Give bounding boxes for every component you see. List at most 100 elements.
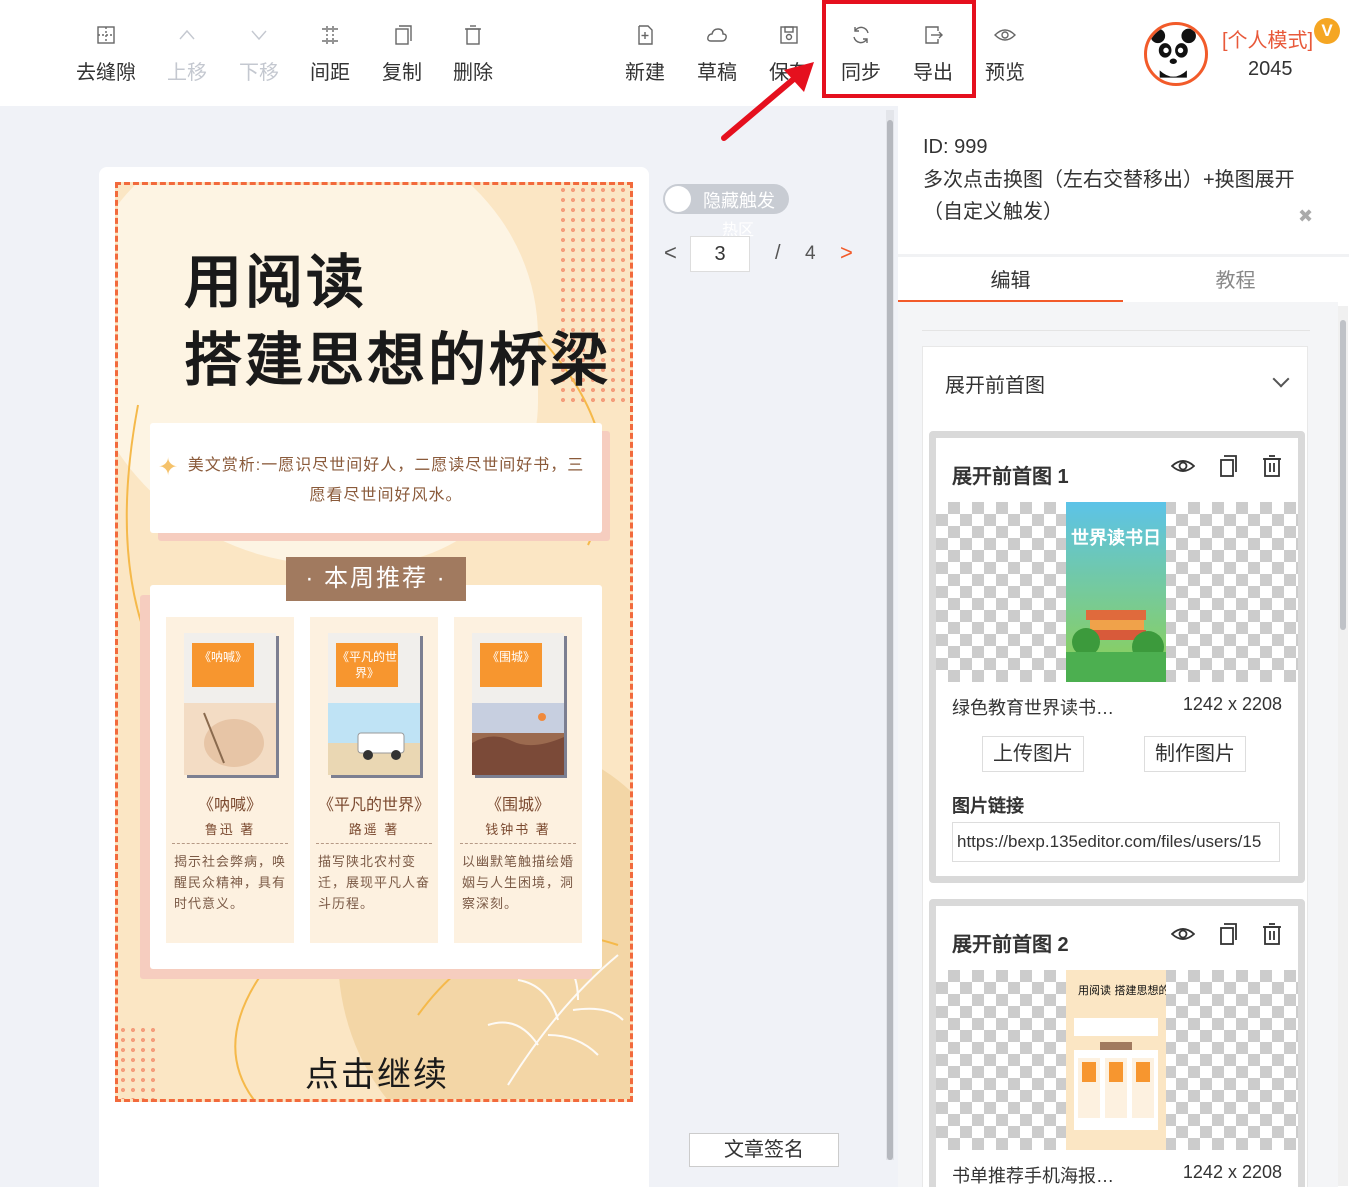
eye-icon[interactable] [1170, 922, 1196, 951]
book-cover: 《呐喊》 [184, 633, 276, 775]
trash-icon[interactable] [1260, 922, 1284, 951]
tab-edit[interactable]: 编辑 [898, 264, 1123, 302]
image-card-title: 展开前首图 1 [952, 466, 1069, 488]
mode-label[interactable]: [个人模式] [1222, 24, 1313, 53]
book-cover-image [472, 703, 564, 775]
make-image-button[interactable]: 制作图片 [1144, 736, 1246, 772]
page-number-input[interactable]: 3 [690, 236, 750, 272]
continue-cta[interactable]: 点击继续 [118, 1047, 630, 1096]
book-cover: 《平凡的世界》 [328, 633, 420, 775]
avatar[interactable] [1144, 22, 1208, 86]
book-name: 《呐喊》 [197, 797, 262, 814]
section-first-image: 展开前首图 展开前首图 1 世界读书日 绿色教育世界读书… 1242 x 220… [922, 346, 1308, 1187]
article-signature-button[interactable]: 文章签名 [689, 1133, 839, 1167]
page-total: 4 [805, 243, 816, 264]
remove-gap-icon [70, 24, 142, 50]
remove-gap-button[interactable]: 去缝隙 [70, 24, 142, 85]
image-size: 1242 x 2208 [1182, 694, 1282, 714]
image-size: 1242 x 2208 [1182, 1162, 1282, 1182]
image-preview[interactable]: 世界读书日 [936, 502, 1298, 682]
image-filename: 绿色教育世界读书… [952, 698, 1114, 718]
book-description: 描写陕北农村变迁，展现平凡人奋斗历程。 [318, 854, 431, 911]
new-file-icon [609, 24, 681, 50]
toggle-knob [665, 186, 691, 212]
spacing-icon [294, 24, 366, 50]
upload-image-button[interactable]: 上传图片 [982, 736, 1084, 772]
image-card-title: 展开前首图 2 [952, 934, 1069, 956]
move-down-button[interactable]: 下移 [223, 24, 295, 85]
chevron-down-icon[interactable] [1272, 370, 1290, 388]
annotation-arrow [721, 62, 814, 141]
image-preview[interactable]: 用阅读 搭建思想的桥梁 [936, 970, 1298, 1150]
eye-icon [969, 24, 1041, 50]
copy-icon [366, 24, 438, 50]
spacing-button[interactable]: 间距 [294, 24, 366, 85]
quote-text: 美文赏析:一愿识尽世间好人，二愿读尽世间好书，三愿看尽世间好风水。 [187, 457, 585, 504]
panel-scrollbar[interactable] [1338, 306, 1348, 1186]
book-card: 《围城》 《围城》 钱钟书 著 以幽默笔触描绘婚姻与人生困境，洞察深刻。 [454, 617, 582, 943]
image-link-input[interactable]: https://bexp.135editor.com/files/users/1… [952, 822, 1280, 862]
eye-icon[interactable] [1170, 454, 1196, 483]
book-divider [460, 843, 576, 844]
preview-button[interactable]: 预览 [969, 24, 1041, 85]
sparkle-icon: ✦ [158, 454, 179, 481]
book-tag: 《呐喊》 [192, 643, 254, 687]
book-cover-image [328, 703, 420, 775]
book-cover: 《围城》 [472, 633, 564, 775]
trash-icon[interactable] [1260, 454, 1284, 483]
scrollbar-thumb[interactable] [887, 120, 893, 1160]
image-card-actions [1155, 922, 1284, 951]
poster-canvas[interactable]: 用阅读 搭建思想的桥梁 ✦ 美文赏析:一愿识尽世间好人，二愿读尽世间好书，三愿看… [115, 182, 633, 1102]
cloud-icon [681, 24, 753, 50]
new-button[interactable]: 新建 [609, 24, 681, 85]
book-cover-image [184, 703, 276, 775]
book-tag: 《围城》 [480, 643, 542, 687]
image-card-actions [1155, 454, 1284, 483]
chevron-up-icon [151, 24, 223, 50]
book-tag: 《平凡的世界》 [336, 643, 398, 687]
move-up-button[interactable]: 上移 [151, 24, 223, 85]
book-description: 揭示社会弊病，唤醒民众精神，具有时代意义。 [174, 854, 287, 911]
hide-hotspot-toggle[interactable]: 隐藏触发 [663, 184, 789, 214]
book-author: 路遥 著 [348, 822, 400, 837]
book-author: 钱钟书 著 [485, 822, 551, 837]
copy-button[interactable]: 复制 [366, 24, 438, 85]
image-card: 展开前首图 2 用阅读 搭建思想的桥梁 [929, 899, 1305, 1187]
next-page-icon[interactable]: > [840, 240, 853, 266]
image-thumbnail: 用阅读 搭建思想的桥梁 [1066, 970, 1166, 1150]
delete-button[interactable]: 删除 [437, 24, 509, 85]
copy-icon[interactable] [1216, 922, 1240, 951]
books-card: 《呐喊》 《呐喊》 鲁迅 著 揭示社会弊病，唤醒民众精神，具有时代意义。 《平凡… [150, 585, 602, 969]
image-card: 展开前首图 1 世界读书日 绿色教育世界读书… 1242 x 2208 上传图片… [929, 431, 1305, 883]
panel-divider [898, 254, 1349, 257]
book-divider [316, 843, 432, 844]
right-panel: ID: 999 多次点击换图（左右交替移出）+换图展开（自定义触发） ✖ 编辑 … [898, 106, 1349, 1187]
canvas-scrollbar[interactable] [886, 110, 894, 1160]
prev-page-icon[interactable]: < [664, 240, 677, 266]
section-title[interactable]: 展开前首图 [945, 369, 1045, 398]
top-toolbar: 去缝隙 上移 下移 间距 复制 删除 新建 草稿 保存 同步 导出 [0, 0, 1349, 106]
user-number: 2045 [1248, 58, 1293, 80]
image-thumbnail: 世界读书日 [1066, 502, 1166, 682]
edit-pane: 展开前首图 展开前首图 1 世界读书日 绿色教育世界读书… 1242 x 220… [898, 302, 1338, 1187]
template-description: 多次点击换图（左右交替移出）+换图展开（自定义触发） [923, 169, 1295, 223]
scrollbar-thumb[interactable] [1340, 320, 1346, 630]
save-icon [753, 24, 825, 50]
pane-divider [922, 330, 1310, 331]
vip-badge: V [1314, 18, 1340, 44]
book-description: 以幽默笔触描绘婚姻与人生困境，洞察深刻。 [462, 854, 575, 911]
book-card: 《呐喊》 《呐喊》 鲁迅 著 揭示社会弊病，唤醒民众精神，具有时代意义。 [166, 617, 294, 943]
template-id: ID: 999 [923, 136, 988, 158]
image-filename: 书单推荐手机海报… [952, 1166, 1114, 1186]
toggle-label: 隐藏触发 [703, 191, 775, 211]
image-link-label: 图片链接 [952, 796, 1024, 816]
quote-card: ✦ 美文赏析:一愿识尽世间好人，二愿读尽世间好书，三愿看尽世间好风水。 [150, 423, 602, 533]
thumbnail-title: 世界读书日 [1071, 527, 1161, 549]
book-name: 《平凡的世界》 [317, 797, 430, 814]
book-card: 《平凡的世界》 《平凡的世界》 路遥 著 描写陕北农村变迁，展现平凡人奋斗历程。 [310, 617, 438, 943]
tab-tutorial[interactable]: 教程 [1123, 264, 1348, 302]
copy-icon[interactable] [1216, 454, 1240, 483]
trash-icon [437, 24, 509, 50]
week-badge: · 本周推荐 · [286, 557, 466, 601]
tools-icon[interactable]: ✖ [1298, 206, 1313, 227]
